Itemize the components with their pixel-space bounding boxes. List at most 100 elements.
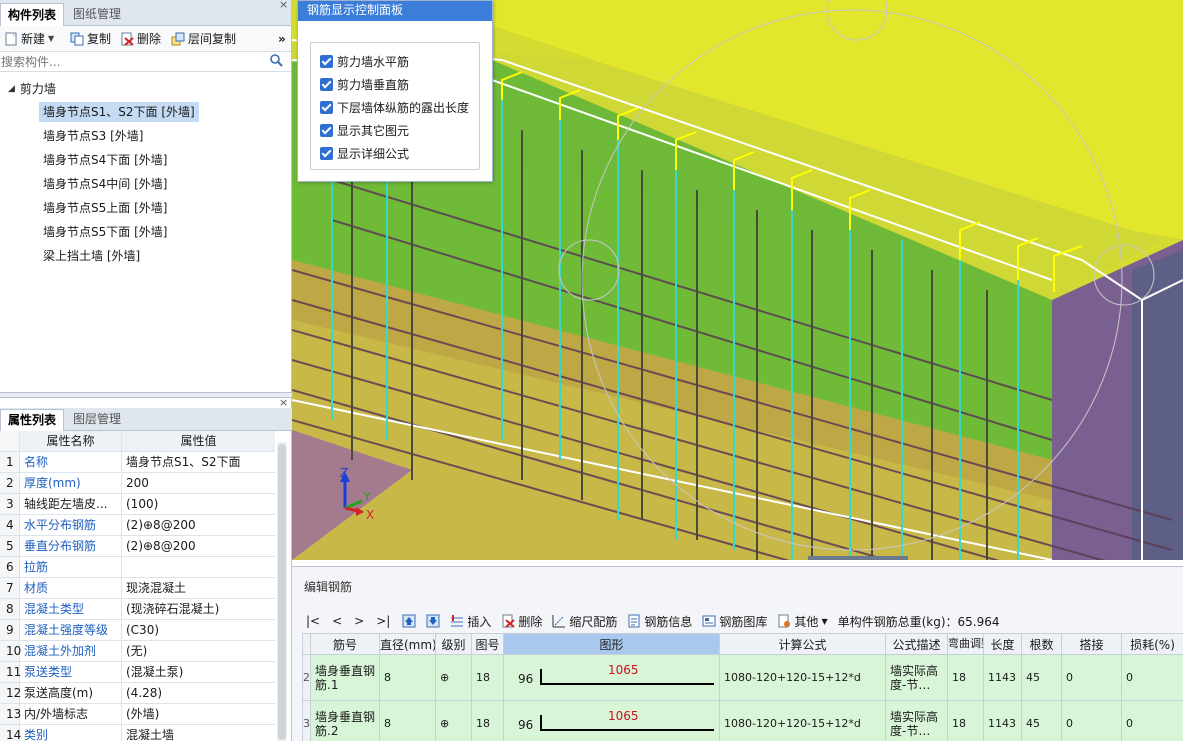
tree-expand-icon[interactable]: ◢ [8, 84, 15, 94]
cell-fig-no[interactable]: 18 [471, 700, 504, 741]
tab-component-list[interactable]: 构件列表 [0, 3, 65, 26]
property-row[interactable]: 9 混凝土强度等级 (C30) [0, 620, 275, 641]
rebar-library-button[interactable]: 钢筋图库 [702, 613, 767, 630]
rebar-info-button[interactable]: 钢筋信息 [627, 613, 692, 630]
search-icon[interactable] [270, 54, 283, 70]
tree-item-wall-node[interactable]: 墙身节点S5下面 [外墙] [39, 222, 171, 242]
cell-bar-no[interactable]: 墙身垂直钢筋.2 [310, 700, 380, 741]
scale-rebar-button[interactable]: 缩尺配筋 [552, 613, 617, 630]
property-value[interactable]: 混凝土墙 [122, 725, 275, 741]
option-show-other-elements[interactable]: 显示其它图元 [320, 122, 409, 139]
delete-button[interactable]: 删除 [120, 30, 161, 48]
property-row[interactable]: 13 内/外墙标志 (外墙) [0, 704, 275, 725]
option-shear-wall-vertical[interactable]: 剪力墙垂直筋 [320, 76, 409, 93]
tree-item-wall-node[interactable]: 墙身节点S1、S2下面 [外墙] [39, 102, 199, 122]
tree-item-wall-node[interactable]: 墙身节点S4下面 [外墙] [39, 150, 171, 170]
rebar-row[interactable]: 3 墙身垂直钢筋.2 8 ⊕ 18 96 1065 1080-120+120-15+12*d 墙… [302, 700, 1183, 741]
property-row[interactable]: 3 轴线距左墙皮... (100) [0, 494, 275, 515]
option-lower-wall-exposed-length[interactable]: 下层墙体纵筋的露出长度 [320, 99, 469, 116]
property-value[interactable]: 墙身节点S1、S2下面 [122, 452, 275, 472]
col-bar-no[interactable]: 筋号 [310, 633, 380, 655]
panel-splitter[interactable] [0, 392, 292, 398]
tree-item-wall-node[interactable]: 梁上挡土墙 [外墙] [39, 246, 144, 266]
checkbox-checked-icon[interactable] [320, 101, 333, 114]
col-shape[interactable]: 图形 [503, 633, 720, 655]
tree-item-wall-node[interactable]: 墙身节点S3 [外墙] [39, 126, 147, 146]
cell-formula-desc[interactable]: 墙实际高度-节… [885, 700, 948, 741]
cell-lap[interactable]: 0 [1061, 654, 1122, 701]
nav-next-button[interactable]: > [354, 614, 364, 628]
tab-layer-manage[interactable]: 图层管理 [66, 409, 128, 431]
other-button[interactable]: 其他 ▼ [777, 613, 828, 630]
col-length[interactable]: 长度 [983, 633, 1022, 655]
shape-main-length[interactable]: 1065 [608, 663, 639, 677]
cell-grade[interactable]: ⊕ [435, 654, 472, 701]
tab-drawing-manage[interactable]: 图纸管理 [66, 3, 128, 26]
cell-length[interactable]: 1143 [983, 654, 1022, 701]
property-row[interactable]: 14 类别 混凝土墙 [0, 725, 275, 741]
cell-length[interactable]: 1143 [983, 700, 1022, 741]
cell-loss[interactable]: 0 [1121, 700, 1183, 741]
property-value[interactable]: (100) [122, 494, 275, 514]
nav-last-button[interactable]: >| [376, 614, 390, 628]
property-value[interactable]: 200 [122, 473, 275, 493]
property-scrollbar[interactable] [277, 442, 287, 741]
property-row[interactable]: 12 泵送高度(m) (4.28) [0, 683, 275, 704]
copy-button[interactable]: 复制 [70, 30, 111, 48]
checkbox-checked-icon[interactable] [320, 124, 333, 137]
cell-shape[interactable]: 96 1065 [503, 654, 720, 701]
property-value[interactable]: (外墙) [122, 704, 275, 724]
property-row[interactable]: 5 垂直分布钢筋 (2)⊕8@200 [0, 536, 275, 557]
move-up-button[interactable] [402, 614, 416, 628]
close-icon[interactable]: × [279, 0, 288, 11]
checkbox-checked-icon[interactable] [320, 147, 333, 160]
move-down-button[interactable] [426, 614, 440, 628]
property-value[interactable]: (2)⊕8@200 [122, 536, 275, 556]
property-value[interactable]: (4.28) [122, 683, 275, 703]
property-row[interactable]: 4 水平分布钢筋 (2)⊕8@200 [0, 515, 275, 536]
col-diameter[interactable]: 直径(mm) [379, 633, 436, 655]
property-row[interactable]: 8 混凝土类型 (现浇碎石混凝土) [0, 599, 275, 620]
tree-root-shear-wall[interactable]: ◢ 剪力墙 [8, 80, 56, 97]
property-row[interactable]: 7 材质 现浇混凝土 [0, 578, 275, 599]
cell-count[interactable]: 45 [1021, 654, 1062, 701]
option-shear-wall-horizontal[interactable]: 剪力墙水平筋 [320, 53, 409, 70]
tree-item-wall-node[interactable]: 墙身节点S5上面 [外墙] [39, 198, 171, 218]
cell-loss[interactable]: 0 [1121, 654, 1183, 701]
toolbar-overflow-button[interactable]: » [278, 30, 286, 48]
col-formula[interactable]: 计算公式 [719, 633, 886, 655]
search-input[interactable] [1, 53, 271, 70]
property-row[interactable]: 2 厚度(mm) 200 [0, 473, 275, 494]
cell-bar-no[interactable]: 墙身垂直钢筋.1 [310, 654, 380, 701]
property-row[interactable]: 1 名称 墙身节点S1、S2下面 [0, 452, 275, 473]
tab-property-list[interactable]: 属性列表 [0, 409, 65, 431]
property-value[interactable]: (无) [122, 641, 275, 661]
cell-diameter[interactable]: 8 [379, 700, 436, 741]
floor-copy-button[interactable]: 层间复制 [171, 30, 236, 48]
scrollbar-thumb[interactable] [278, 444, 286, 740]
col-bend-adjust[interactable]: 弯曲调整 [947, 633, 984, 655]
property-row[interactable]: 11 泵送类型 (混凝土泵) [0, 662, 275, 683]
cell-shape[interactable]: 96 1065 [503, 700, 720, 741]
col-count[interactable]: 根数 [1021, 633, 1062, 655]
cell-diameter[interactable]: 8 [379, 654, 436, 701]
nav-prev-button[interactable]: < [332, 614, 342, 628]
property-value[interactable]: (现浇碎石混凝土) [122, 599, 275, 619]
cell-formula-desc[interactable]: 墙实际高度-节… [885, 654, 948, 701]
nav-first-button[interactable]: |< [306, 614, 320, 628]
checkbox-checked-icon[interactable] [320, 55, 333, 68]
property-row[interactable]: 6 拉筋 [0, 557, 275, 578]
tree-item-wall-node[interactable]: 墙身节点S4中间 [外墙] [39, 174, 171, 194]
cell-formula[interactable]: 1080-120+120-15+12*d [719, 700, 886, 741]
property-row[interactable]: 10 混凝土外加剂 (无) [0, 641, 275, 662]
col-loss[interactable]: 损耗(%) [1121, 633, 1183, 655]
new-button[interactable]: 新建 ▼ [4, 30, 54, 48]
insert-button[interactable]: 插入 [450, 613, 491, 630]
splitter-handle[interactable] [808, 556, 908, 560]
property-value[interactable] [122, 557, 275, 577]
option-show-detailed-formula[interactable]: 显示详细公式 [320, 145, 409, 162]
rebar-row[interactable]: 2 墙身垂直钢筋.1 8 ⊕ 18 96 1065 1080-120+120-15+12*d 墙… [302, 654, 1183, 701]
cell-lap[interactable]: 0 [1061, 700, 1122, 741]
cell-grade[interactable]: ⊕ [435, 700, 472, 741]
col-formula-desc[interactable]: 公式描述 [885, 633, 948, 655]
